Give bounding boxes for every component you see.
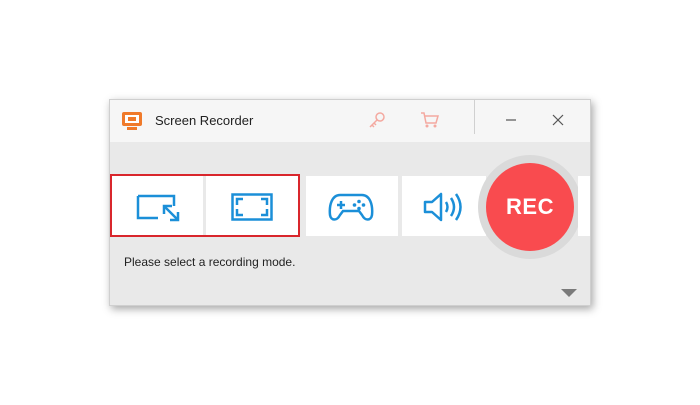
screen-recorder-icon — [122, 112, 142, 130]
rec-button[interactable]: REC — [486, 163, 574, 251]
title-bar: Screen Recorder — [110, 100, 590, 142]
screen-recorder-window: Screen Recorder REC Please select a reco… — [109, 99, 591, 306]
title-separator — [474, 100, 475, 134]
minimize-icon[interactable] — [500, 110, 522, 130]
key-icon[interactable] — [368, 111, 386, 129]
cart-icon[interactable] — [420, 111, 440, 129]
chevron-down-icon[interactable] — [560, 288, 578, 298]
hidden-mode-button[interactable] — [578, 176, 590, 236]
window-title: Screen Recorder — [155, 113, 254, 128]
highlight-box — [110, 174, 300, 237]
close-icon[interactable] — [547, 110, 569, 130]
status-hint: Please select a recording mode. — [124, 255, 296, 269]
speaker-icon — [423, 192, 462, 222]
audio-mode-button[interactable] — [402, 176, 486, 236]
gamepad-icon — [328, 193, 374, 221]
game-mode-button[interactable] — [306, 176, 398, 236]
